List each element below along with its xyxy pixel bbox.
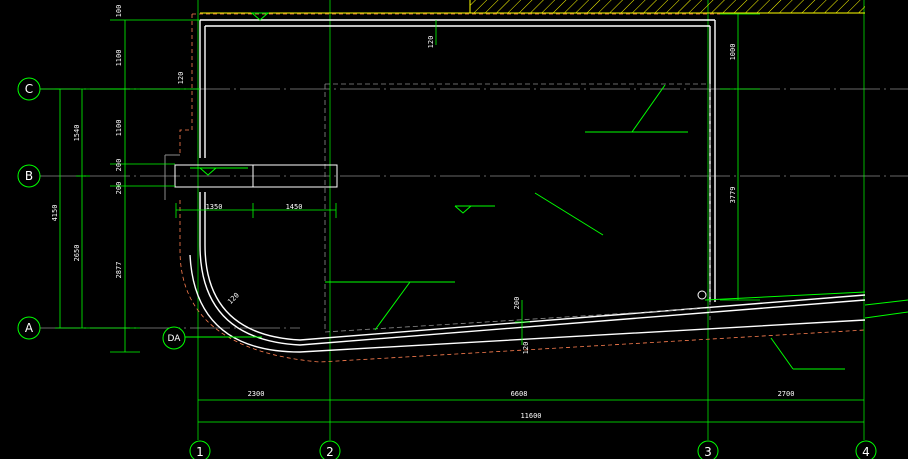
dim-left-1540: 1540 [73,125,81,142]
hatched-wall [200,0,865,14]
tag-bubble-da: DA [162,326,186,350]
dim-bottom-11600: 11600 [520,412,541,420]
axis-bubble-c: C [17,77,60,101]
axis-label-a: A [25,321,34,335]
dim-bottom-2300: 2300 [248,390,265,398]
axis-bubble-2: 2 [319,440,341,459]
column-marker [697,290,707,300]
dim-top-100: 100 [115,5,123,18]
axis-label-c: C [25,82,33,96]
leader-lines [185,84,908,370]
dim-wall-120-corner: 120 [226,291,241,306]
dim-beam-1450: 1450 [286,203,303,211]
cad-drawing: 2300 6608 2700 11600 1350 1450 100 1100 … [17,0,908,459]
dim-right-1000: 1000 [729,44,737,61]
inner-dashed-area [324,83,711,333]
dim-left-1100-mid: 1100 [115,120,123,137]
dim-left-1100-top: 1100 [115,50,123,67]
dim-right-3779: 3779 [729,187,737,204]
axis-label-b: B [25,169,33,183]
axis-label-1: 1 [196,445,204,459]
axis-bubble-4: 4 [855,440,877,459]
level-markers [190,12,495,214]
right-dimensions [435,13,760,301]
axis-label-4: 4 [862,445,870,459]
dimension-text: 2300 6608 2700 11600 1350 1450 100 1100 … [51,5,794,420]
dim-left-4150: 4150 [51,205,59,222]
dim-beam-1350: 1350 [206,203,223,211]
grid-lines [40,0,908,440]
axis-label-3: 3 [704,445,712,459]
axis-bubble-b: B [17,164,41,188]
dim-slab-200: 200 [513,297,521,310]
dim-left-2650: 2650 [73,245,81,262]
dim-bottom-2700: 2700 [778,390,795,398]
axis-bubble-3: 3 [697,440,719,459]
axis-bubbles: C B A 1 2 3 4 DA [17,77,877,459]
beam-box [164,154,338,200]
outer-dashed-outline [179,14,866,363]
dim-left-2877: 2877 [115,262,123,279]
dim-slab-120: 120 [522,342,530,355]
dim-wall-120-top: 120 [427,36,435,49]
dim-bottom-6608: 6608 [511,390,528,398]
tag-label-da: DA [168,334,182,344]
room-outline [189,19,866,353]
axis-bubble-1: 1 [189,440,211,459]
axis-bubble-a: A [17,316,41,340]
axis-label-2: 2 [326,445,334,459]
left-dimensions [55,19,200,353]
dim-left-200-b: 200 [115,182,123,195]
dim-wall-120-left: 120 [177,72,185,85]
dim-left-200-a: 200 [115,159,123,172]
